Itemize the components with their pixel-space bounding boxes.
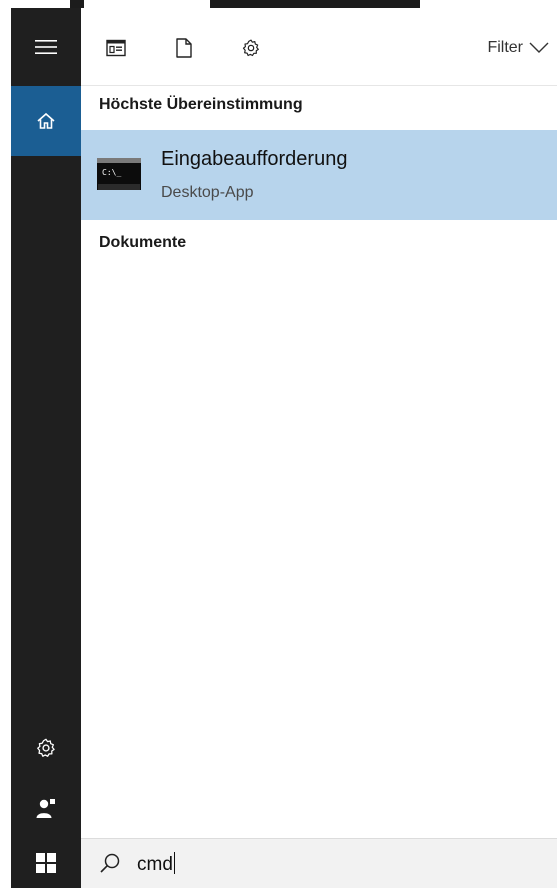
search-input[interactable]: cmd <box>137 852 175 876</box>
filter-dropdown[interactable]: Filter <box>487 35 549 61</box>
top-border-segment <box>70 0 84 8</box>
hamburger-icon <box>35 40 57 54</box>
command-prompt-icon: C:\_ <box>97 158 141 190</box>
result-subtitle: Desktop-App <box>161 184 254 201</box>
home-button[interactable] <box>11 86 81 156</box>
best-match-heading: Höchste Übereinstimmung <box>99 96 303 113</box>
nav-rail <box>11 8 81 888</box>
menu-button[interactable] <box>11 8 81 86</box>
start-button[interactable] <box>11 838 81 888</box>
left-edge <box>0 8 11 894</box>
apps-filter-icon <box>106 39 126 57</box>
search-icon <box>100 853 120 873</box>
result-title: Eingabeaufforderung <box>161 148 348 170</box>
top-border <box>0 0 557 8</box>
top-border-segment <box>210 0 420 8</box>
filter-toolbar: Filter <box>81 8 557 86</box>
bottom-edge <box>0 888 557 894</box>
settings-button[interactable] <box>11 718 81 778</box>
gear-icon <box>242 39 259 57</box>
search-window: Filter Höchste Übereinstimmung C:\_ Eing… <box>0 0 557 894</box>
documents-filter-button[interactable] <box>173 37 195 59</box>
document-icon <box>176 38 192 58</box>
chevron-down-icon <box>529 42 549 53</box>
search-query: cmd <box>137 854 173 875</box>
documents-heading: Dokumente <box>99 234 187 251</box>
windows-logo-icon <box>36 853 56 873</box>
search-box[interactable]: cmd <box>81 838 557 888</box>
apps-filter-button[interactable] <box>105 37 127 59</box>
command-prompt-glyph: C:\_ <box>102 168 121 177</box>
user-account-button[interactable] <box>11 778 81 838</box>
search-results-panel: Filter Höchste Übereinstimmung C:\_ Eing… <box>81 8 557 888</box>
gear-icon <box>37 738 55 757</box>
settings-filter-button[interactable] <box>240 37 262 59</box>
best-match-result[interactable]: C:\_ Eingabeaufforderung Desktop-App <box>81 130 557 220</box>
user-icon <box>36 799 55 818</box>
text-caret <box>173 852 175 874</box>
filter-label: Filter <box>487 39 523 56</box>
home-icon <box>37 112 55 129</box>
